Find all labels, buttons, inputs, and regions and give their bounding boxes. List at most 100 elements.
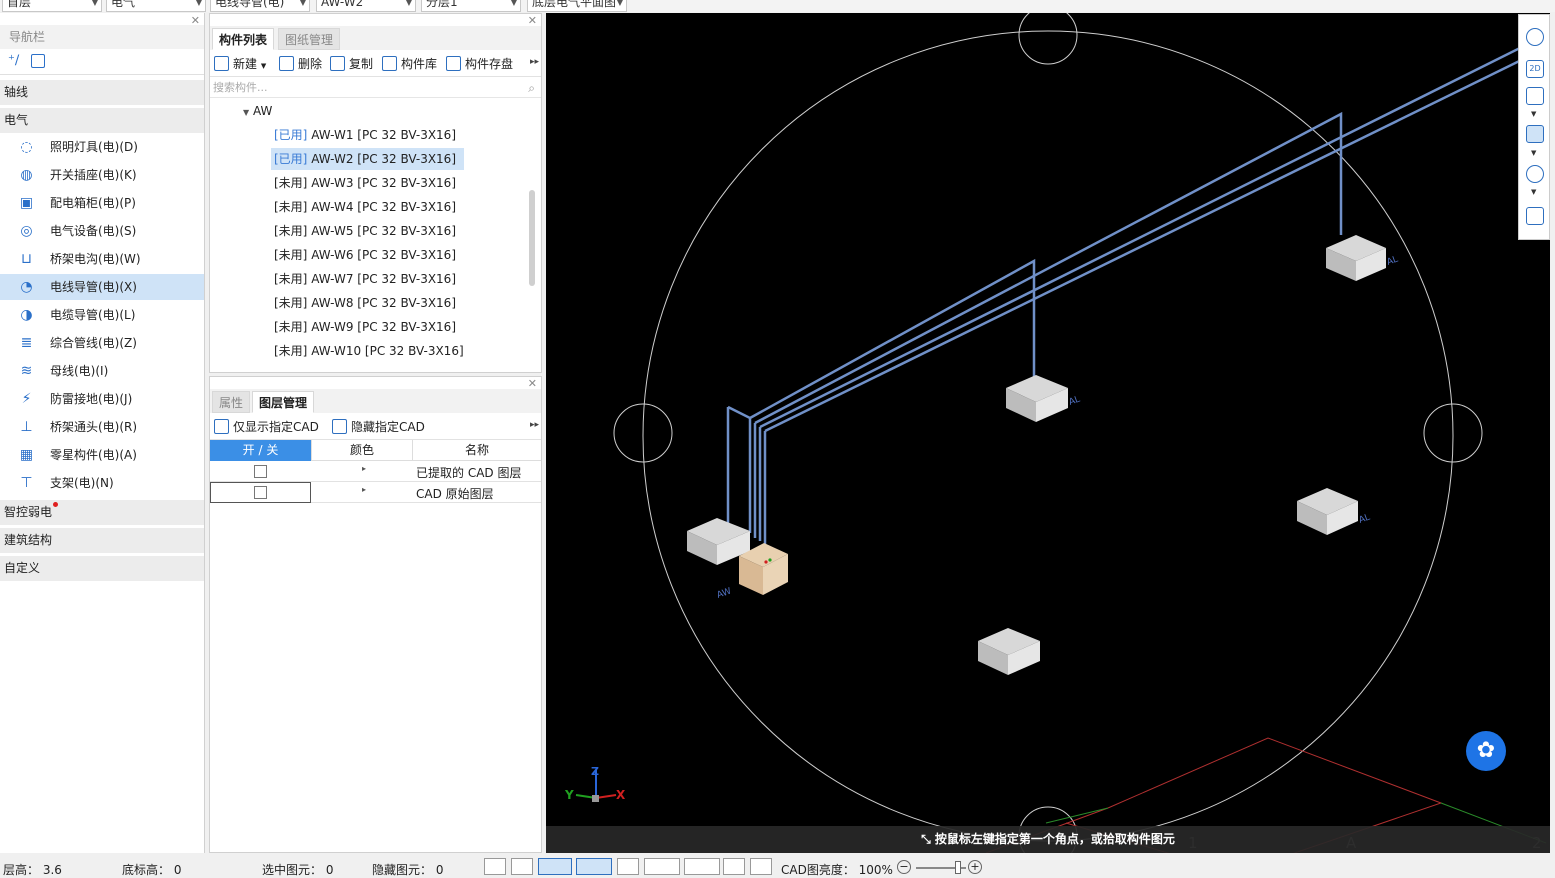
more-icon[interactable]: ▸▸: [530, 420, 539, 430]
sidebar-item-cable-conduit[interactable]: ◑ 电缆导管(电)(L): [0, 302, 204, 328]
nav-title: 导航栏: [0, 25, 204, 49]
new-button[interactable]: 新建 ▼: [214, 55, 266, 73]
drawing-select[interactable]: 底层电气平面图 ▼: [527, 0, 627, 12]
sidebar-item-misc-component[interactable]: ▦ 零星构件(电)(A): [0, 442, 204, 468]
category-structure[interactable]: 建筑结构: [0, 528, 204, 553]
grid-bubble: [1018, 13, 1078, 65]
delete-button[interactable]: 删除: [279, 55, 322, 73]
tab-properties[interactable]: 属性: [212, 391, 251, 413]
category-electrical[interactable]: 电气: [0, 108, 204, 133]
view-2d-button[interactable]: 2D: [1526, 60, 1544, 78]
column-onoff[interactable]: 开 / 关: [210, 440, 311, 461]
sidebar-item-equipment[interactable]: ◎ 电气设备(电)(S): [0, 218, 204, 244]
sidebar-item-busbar[interactable]: ≋ 母线(电)(I): [0, 358, 204, 384]
ortho-icon[interactable]: [511, 858, 533, 875]
layer-visible-checkbox[interactable]: [254, 486, 267, 499]
view-settings-icon[interactable]: [1526, 207, 1544, 225]
component-item[interactable]: [未用] AW-W5 [PC 32 BV-3X16]: [274, 220, 456, 242]
drawing-canvas[interactable]: AL AL AL AW 1 A 2 Z Y X ⤡ 按鼠标左键指定第一个角点，或…: [546, 13, 1550, 853]
tab-component-list[interactable]: 构件列表: [212, 28, 275, 50]
scrollbar[interactable]: [529, 190, 535, 286]
layer-tabs: 属性 图层管理: [210, 389, 541, 413]
fixture-box[interactable]: [1326, 235, 1386, 281]
angle-icon[interactable]: [644, 858, 680, 875]
sidebar-item-bracket[interactable]: ⊤ 支架(电)(N): [0, 470, 204, 496]
layers-icon: [214, 419, 229, 434]
curve-icon[interactable]: [750, 858, 772, 875]
component-item[interactable]: [未用] AW-W9 [PC 32 BV-3X16]: [274, 316, 456, 338]
component-item[interactable]: [未用] AW-W4 [PC 32 BV-3X16]: [274, 196, 456, 218]
layer-name: 已提取的 CAD 图层: [416, 466, 522, 480]
sidebar-item-pipeline[interactable]: ≣ 综合管线(电)(Z): [0, 330, 204, 356]
sidebar-item-wire-conduit[interactable]: ◔ 电线导管(电)(X): [0, 274, 204, 300]
sidebar-item-switch-socket[interactable]: ◍ 开关插座(电)(K): [0, 162, 204, 188]
chevron-down-icon[interactable]: ▼: [1531, 110, 1536, 118]
view-cube-icon[interactable]: [1526, 125, 1544, 143]
component-item[interactable]: [已用] AW-W1 [PC 32 BV-3X16]: [274, 124, 456, 146]
view-mode-icon[interactable]: [576, 858, 612, 875]
tree-group-aw[interactable]: ▼ AW: [243, 100, 272, 122]
brightness-slider-handle[interactable]: [955, 861, 961, 874]
copy-button[interactable]: 复制: [330, 55, 373, 73]
orbit-icon[interactable]: [1526, 28, 1544, 46]
column-color[interactable]: 颜色: [311, 440, 412, 461]
zoom-out-icon[interactable]: −: [897, 860, 911, 874]
category-smart-weak[interactable]: 智控弱电: [0, 500, 204, 525]
column-name[interactable]: 名称: [412, 440, 541, 461]
category-custom[interactable]: 自定义: [0, 556, 204, 581]
type-select[interactable]: 电线导管(电) ▼: [210, 0, 310, 12]
sidebar-item-tray-connector[interactable]: ⊥ 桥架通头(电)(R): [0, 414, 204, 440]
floor-select[interactable]: 首层 ▼: [2, 0, 102, 12]
component-name: AW-W2 [PC 32 BV-3X16]: [311, 152, 456, 166]
sidebar-item-light[interactable]: ◌ 照明灯具(电)(D): [0, 134, 204, 160]
search-icon[interactable]: ⌕: [528, 78, 535, 98]
light-icon: ◌: [20, 139, 33, 155]
select-mode-icon[interactable]: [538, 858, 572, 875]
component-search-input[interactable]: 搜索构件... ⌕: [210, 78, 541, 98]
layer-select[interactable]: 分层1 ▼: [421, 0, 521, 12]
component-select[interactable]: AW-W2 ▼: [316, 0, 416, 12]
component-item[interactable]: [未用] AW-W3 [PC 32 BV-3X16]: [274, 172, 456, 194]
layer-toolbar: 仅显示指定CAD 隐藏指定CAD ▸▸: [210, 414, 541, 440]
show-cad-button[interactable]: 仅显示指定CAD: [214, 418, 319, 436]
tab-layer-management[interactable]: 图层管理: [252, 391, 315, 413]
edit-icon[interactable]: [31, 54, 45, 68]
color-arrow-icon[interactable]: ▸: [362, 464, 366, 473]
tab-drawing-management[interactable]: 图纸管理: [278, 28, 341, 50]
more-icon[interactable]: ▸▸: [530, 57, 539, 67]
component-item[interactable]: [未用] AW-W10 [PC 32 BV-3X16]: [274, 340, 464, 362]
component-item[interactable]: [未用] AW-W6 [PC 32 BV-3X16]: [274, 244, 456, 266]
discipline-select[interactable]: 电气 ▼: [106, 0, 206, 12]
save-component-button[interactable]: 构件存盘: [446, 55, 513, 73]
equipment-icon: ◎: [20, 223, 33, 239]
category-axis[interactable]: 轴线: [0, 80, 204, 105]
favorite-button[interactable]: ✿: [1466, 731, 1506, 771]
sidebar-item-lightning-ground[interactable]: ⚡ 防雷接地(电)(J): [0, 386, 204, 412]
component-item[interactable]: [未用] AW-W7 [PC 32 BV-3X16]: [274, 268, 456, 290]
cross-snap-icon[interactable]: [617, 858, 639, 875]
view-3d-icon[interactable]: [1526, 87, 1544, 105]
layer-row: ▸ 已提取的 CAD 图层: [210, 461, 541, 482]
screen-icon[interactable]: [723, 858, 745, 875]
fixture-box[interactable]: [978, 628, 1040, 675]
layer-visible-checkbox[interactable]: [254, 465, 267, 478]
sidebar-item-distribution-box[interactable]: ▣ 配电箱柜(电)(P): [0, 190, 204, 216]
library-button[interactable]: 构件库: [382, 55, 437, 73]
grid-snap-icon[interactable]: [484, 858, 506, 875]
chevron-down-icon[interactable]: ▼: [1531, 149, 1536, 157]
color-arrow-icon[interactable]: ▸: [362, 485, 366, 494]
rotate-icon[interactable]: [1526, 165, 1544, 183]
box-tag: AL: [1068, 395, 1082, 408]
sidebar-item-tray[interactable]: ⊔ 桥架电沟(电)(W): [0, 246, 204, 272]
dimension-icon[interactable]: [684, 858, 720, 875]
add-point-icon[interactable]: ⁺∕: [8, 53, 19, 68]
chevron-down-icon[interactable]: ▼: [1531, 188, 1536, 196]
zoom-in-icon[interactable]: +: [968, 860, 982, 874]
component-item[interactable]: [未用] AW-W8 [PC 32 BV-3X16]: [274, 292, 456, 314]
trash-icon: [279, 56, 294, 71]
fixture-box[interactable]: [1297, 488, 1358, 535]
component-item[interactable]: [已用] AW-W2 [PC 32 BV-3X16]: [271, 148, 464, 170]
hide-cad-button[interactable]: 隐藏指定CAD: [332, 418, 425, 436]
sidebar-item-label: 零星构件(电)(A): [50, 448, 137, 462]
fixture-box[interactable]: [1006, 375, 1068, 422]
